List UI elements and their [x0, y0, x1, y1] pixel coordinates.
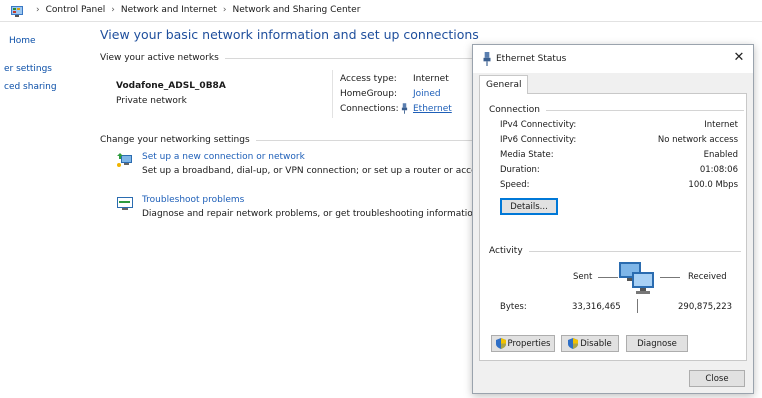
network-type: Private network	[116, 96, 187, 106]
diagnose-button[interactable]: Diagnose	[626, 335, 688, 352]
troubleshoot-description: Diagnose and repair network problems, or…	[142, 209, 482, 219]
ipv6-connectivity-label: IPv6 Connectivity:	[500, 135, 577, 145]
ipv4-connectivity-value: Internet	[704, 120, 738, 130]
disable-button-label: Disable	[580, 338, 612, 349]
control-panel-icon	[11, 6, 23, 17]
close-button[interactable]: Close	[689, 370, 745, 387]
homegroup-label: HomeGroup:	[340, 89, 398, 99]
general-tab-panel: Connection IPv4 Connectivity: Internet I…	[479, 93, 747, 361]
change-settings-label: Change your networking settings	[100, 135, 250, 145]
properties-button-label: Properties	[507, 338, 551, 349]
received-line	[660, 277, 680, 278]
page-title: View your basic network information and …	[100, 27, 479, 42]
section-divider	[224, 57, 475, 59]
uac-shield-icon	[568, 338, 579, 349]
chevron-right-icon: ›	[36, 5, 40, 15]
active-networks-header: View your active networks	[100, 53, 475, 63]
ethernet-status-dialog: Ethernet Status ✕ General Connection IPv…	[472, 44, 754, 394]
troubleshoot-icon	[117, 197, 133, 210]
access-type-value: Internet	[413, 74, 449, 84]
disable-button[interactable]: Disable	[561, 335, 619, 352]
ipv6-connectivity-value: No network access	[657, 135, 738, 145]
breadcrumb-control-panel[interactable]: Control Panel	[46, 5, 106, 15]
network-computers-icon	[619, 262, 654, 294]
speed-label: Speed:	[500, 180, 530, 190]
ethernet-plug-icon	[401, 103, 408, 114]
ethernet-connection-link[interactable]: Ethernet	[413, 104, 452, 114]
change-settings-header: Change your networking settings	[100, 135, 486, 145]
nav-adapter-settings-link[interactable]: er settings	[4, 64, 52, 74]
sent-line	[598, 277, 618, 278]
activity-group-label: Activity	[489, 246, 741, 256]
section-divider	[255, 139, 486, 141]
bytes-divider	[637, 299, 638, 313]
ethernet-plug-icon	[483, 52, 491, 66]
connections-label: Connections:	[340, 104, 399, 114]
group-divider	[545, 109, 744, 111]
connection-label: Connection	[489, 105, 540, 115]
bytes-received-value: 290,875,223	[678, 302, 733, 312]
breadcrumb-network-and-internet[interactable]: Network and Internet	[121, 5, 217, 15]
duration-value: 01:08:06	[699, 165, 738, 175]
activity-label: Activity	[489, 246, 523, 256]
group-divider	[528, 250, 741, 252]
close-icon[interactable]: ✕	[731, 50, 747, 66]
new-connection-icon	[117, 153, 132, 167]
duration-label: Duration:	[500, 165, 540, 175]
sent-label: Sent	[573, 272, 593, 282]
bytes-sent-value: 33,316,465	[572, 302, 621, 312]
vertical-divider	[332, 70, 333, 118]
chevron-right-icon: ›	[222, 5, 227, 15]
setup-connection-link[interactable]: Set up a new connection or network	[142, 152, 305, 162]
setup-connection-description: Set up a broadband, dial-up, or VPN conn…	[142, 166, 515, 176]
breadcrumb-network-sharing-center[interactable]: Network and Sharing Center	[232, 5, 360, 15]
breadcrumb: › Control Panel › Network and Internet ›…	[30, 5, 360, 15]
active-networks-label: View your active networks	[100, 53, 219, 63]
nav-home-link[interactable]: Home	[9, 36, 36, 46]
access-type-label: Access type:	[340, 74, 397, 84]
chevron-right-icon: ›	[111, 5, 115, 15]
received-label: Received	[688, 272, 727, 282]
homegroup-link[interactable]: Joined	[413, 89, 441, 99]
tab-general[interactable]: General	[479, 75, 529, 94]
troubleshoot-link[interactable]: Troubleshoot problems	[142, 195, 244, 205]
uac-shield-icon	[495, 338, 506, 349]
details-button[interactable]: Details...	[500, 198, 558, 215]
speed-value: 100.0 Mbps	[688, 180, 738, 190]
network-name: Vodafone_ADSL_0B8A	[116, 81, 226, 91]
connection-group-label: Connection	[489, 105, 744, 115]
nav-advanced-sharing-link[interactable]: ced sharing	[4, 82, 57, 92]
address-bar: › Control Panel › Network and Internet ›…	[0, 0, 762, 22]
media-state-value: Enabled	[703, 150, 738, 160]
bytes-label: Bytes:	[500, 302, 527, 312]
media-state-label: Media State:	[500, 150, 554, 160]
dialog-title: Ethernet Status	[496, 54, 567, 64]
dialog-titlebar[interactable]: Ethernet Status ✕	[473, 45, 753, 73]
ipv4-connectivity-label: IPv4 Connectivity:	[500, 120, 577, 130]
properties-button[interactable]: Properties	[491, 335, 555, 352]
